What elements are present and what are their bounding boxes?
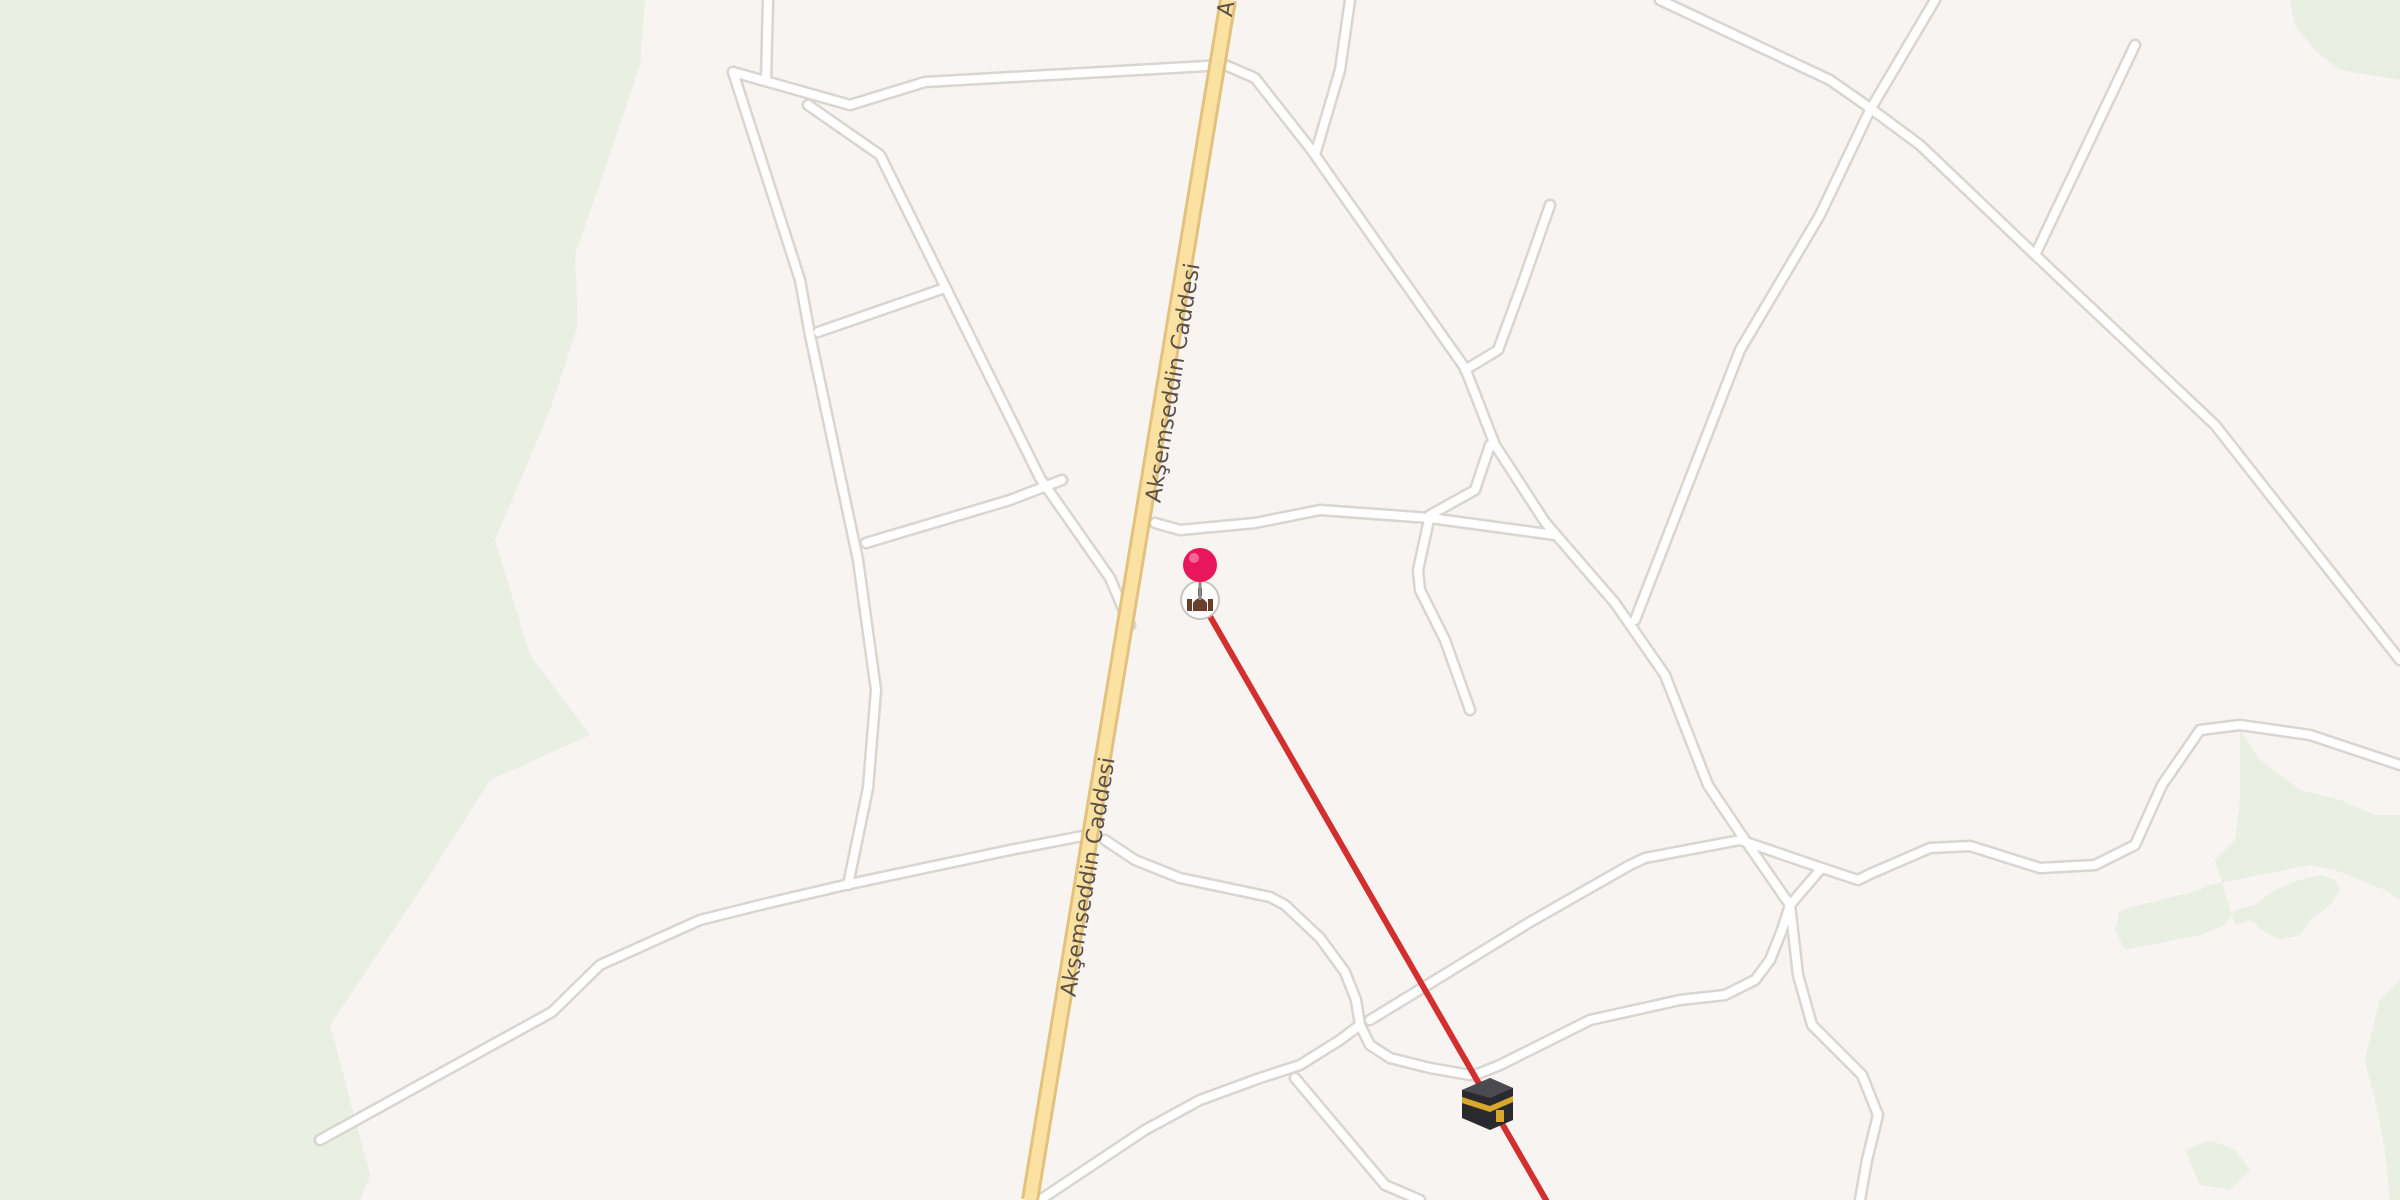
map-canvas[interactable]: Akşemseddin Caddesi Akşemseddin Caddesi …	[0, 0, 2400, 1200]
